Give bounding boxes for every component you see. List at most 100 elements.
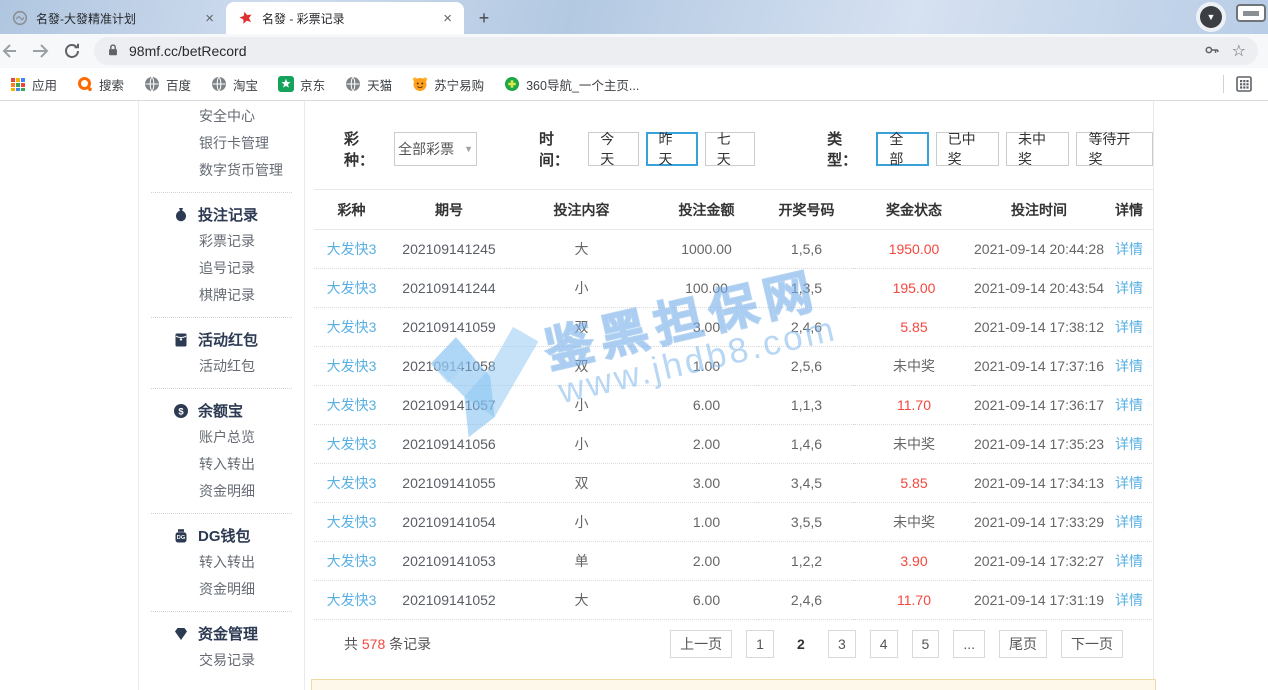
bookmarks-grid-icon[interactable] (1236, 76, 1252, 92)
lottery-link[interactable]: 大发快3 (314, 503, 389, 542)
detail-link[interactable]: 详情 (1104, 464, 1154, 503)
new-tab-button[interactable]: + (470, 4, 498, 32)
sidebar-item-account-overview[interactable]: 账户总览 (139, 424, 304, 451)
bookmark-taobao[interactable]: 淘宝 (211, 75, 258, 94)
main-content: 彩种： 全部彩票 ▼ 时间： 今天 昨天 七天 类型： 全部 已中奖 未中奖 等… (314, 101, 1154, 690)
bookmarks-bar: 应用 搜索 百度 淘宝 京东 (0, 68, 1268, 101)
detail-link[interactable]: 详情 (1104, 269, 1154, 308)
detail-link[interactable]: 详情 (1104, 386, 1154, 425)
reload-icon[interactable] (62, 41, 82, 61)
issue-cell: 202109141058 (389, 347, 509, 386)
sidebar-item-lottery-records[interactable]: 彩票记录 (139, 228, 304, 255)
sidebar-item-transaction-records[interactable]: 交易记录 (139, 647, 304, 674)
time-cell: 2021-09-14 17:34:13 (974, 464, 1104, 503)
type-filter-all[interactable]: 全部 (876, 132, 928, 166)
page-ellipsis-button[interactable]: ... (953, 630, 985, 658)
lottery-link[interactable]: 大发快3 (314, 464, 389, 503)
minimize-button[interactable] (1236, 4, 1266, 22)
next-page-button[interactable]: 下一页 (1061, 630, 1123, 658)
sidebar-header-label: 余额宝 (198, 400, 243, 421)
numbers-cell: 1,4,6 (759, 425, 854, 464)
bookmark-search[interactable]: 搜索 (77, 75, 124, 94)
page-3-button[interactable]: 3 (828, 630, 856, 658)
bookmark-label: 搜索 (99, 75, 124, 94)
last-page-button[interactable]: 尾页 (999, 630, 1047, 658)
time-filter-yesterday[interactable]: 昨天 (646, 132, 698, 166)
issue-cell: 202109141056 (389, 425, 509, 464)
lottery-link[interactable]: 大发快3 (314, 386, 389, 425)
bookmark-suning[interactable]: 苏宁易购 (412, 75, 484, 94)
minimize-icon (1243, 11, 1259, 16)
prize-cell: 11.70 (854, 581, 974, 620)
lottery-link[interactable]: 大发快3 (314, 230, 389, 269)
lottery-link[interactable]: 大发快3 (314, 542, 389, 581)
issue-cell: 202109141054 (389, 503, 509, 542)
detail-link[interactable]: 详情 (1104, 425, 1154, 464)
sidebar-item-security-center[interactable]: 安全中心 (139, 103, 304, 130)
page-4-button[interactable]: 4 (870, 630, 898, 658)
type-filter-pending[interactable]: 等待开奖 (1076, 132, 1153, 166)
tab-close-icon[interactable]: × (441, 10, 454, 27)
lottery-dropdown[interactable]: 全部彩票 ▼ (394, 132, 477, 166)
content-cell: 大 (509, 581, 654, 620)
lottery-link[interactable]: 大发快3 (314, 269, 389, 308)
notice-bar (311, 679, 1156, 690)
bookmark-baidu[interactable]: 百度 (144, 75, 191, 94)
key-icon[interactable] (1204, 42, 1220, 61)
tab-bet-record[interactable]: 名發 - 彩票记录 × (226, 2, 464, 34)
chevron-down-icon: ▼ (1200, 6, 1222, 28)
time-cell: 2021-09-14 17:38:12 (974, 308, 1104, 347)
bookmark-360nav[interactable]: 360导航_一个主页... (504, 75, 639, 94)
bookmark-star-icon[interactable]: ☆ (1232, 41, 1246, 61)
time-filter-today[interactable]: 今天 (588, 132, 638, 166)
back-icon[interactable] (0, 41, 18, 61)
sidebar-item-funds-detail[interactable]: 资金明细 (139, 478, 304, 505)
lottery-link[interactable]: 大发快3 (314, 581, 389, 620)
lottery-link[interactable]: 大发快3 (314, 425, 389, 464)
tab-bet-record-favicon-icon (238, 10, 254, 26)
page-5-button[interactable]: 5 (912, 630, 940, 658)
lottery-link[interactable]: 大发快3 (314, 308, 389, 347)
content-cell: 大 (509, 230, 654, 269)
detail-link[interactable]: 详情 (1104, 581, 1154, 620)
sidebar-item-bank-card[interactable]: 银行卡管理 (139, 130, 304, 157)
bookmark-tmall[interactable]: 天猫 (345, 75, 392, 94)
table-row: 大发快3 202109141059 双 3.00 2,4,6 5.85 2021… (314, 308, 1154, 347)
jd-star-icon (278, 76, 294, 92)
type-filter-won[interactable]: 已中奖 (936, 132, 999, 166)
sidebar-item-dg-funds-detail[interactable]: 资金明细 (139, 576, 304, 603)
bookmark-jd[interactable]: 京东 (278, 75, 325, 94)
sidebar-item-dg-transfer[interactable]: 转入转出 (139, 549, 304, 576)
col-issue: 期号 (389, 190, 509, 230)
sidebar-item-chase-records[interactable]: 追号记录 (139, 255, 304, 282)
detail-link[interactable]: 详情 (1104, 230, 1154, 269)
numbers-cell: 1,1,3 (759, 386, 854, 425)
type-filter-lost[interactable]: 未中奖 (1006, 132, 1069, 166)
sidebar-item-digital-currency[interactable]: 数字货币管理 (139, 157, 304, 184)
tab-menu-button[interactable]: ▼ (1196, 2, 1226, 32)
sidebar-item-transfer[interactable]: 转入转出 (139, 451, 304, 478)
detail-link[interactable]: 详情 (1104, 347, 1154, 386)
issue-cell: 202109141244 (389, 269, 509, 308)
sidebar-item-board-records[interactable]: 棋牌记录 (139, 282, 304, 309)
time-filter-seven-days[interactable]: 七天 (705, 132, 755, 166)
forward-icon[interactable] (30, 41, 50, 61)
detail-link[interactable]: 详情 (1104, 503, 1154, 542)
lottery-link[interactable]: 大发快3 (314, 347, 389, 386)
bookmarks-divider (1223, 75, 1224, 93)
tab-close-icon[interactable]: × (203, 10, 216, 27)
tab-plan[interactable]: 名發-大發精准计划 × (0, 2, 226, 34)
detail-link[interactable]: 详情 (1104, 308, 1154, 347)
bookmark-apps[interactable]: 应用 (10, 75, 57, 94)
table-row: 大发快3 202109141056 小 2.00 1,4,6 未中奖 2021-… (314, 425, 1154, 464)
prize-cell: 11.70 (854, 386, 974, 425)
prize-cell: 未中奖 (854, 347, 974, 386)
prev-page-button[interactable]: 上一页 (670, 630, 732, 658)
sidebar-header-funds-management: 资金管理 (139, 620, 304, 647)
address-bar[interactable]: 98mf.cc/betRecord ☆ (94, 37, 1258, 65)
chevron-down-icon: ▼ (464, 144, 473, 154)
table-row: 大发快3 202109141053 单 2.00 1,2,2 3.90 2021… (314, 542, 1154, 581)
page-1-button[interactable]: 1 (746, 630, 774, 658)
detail-link[interactable]: 详情 (1104, 542, 1154, 581)
sidebar-item-red-packet[interactable]: 活动红包 (139, 353, 304, 380)
